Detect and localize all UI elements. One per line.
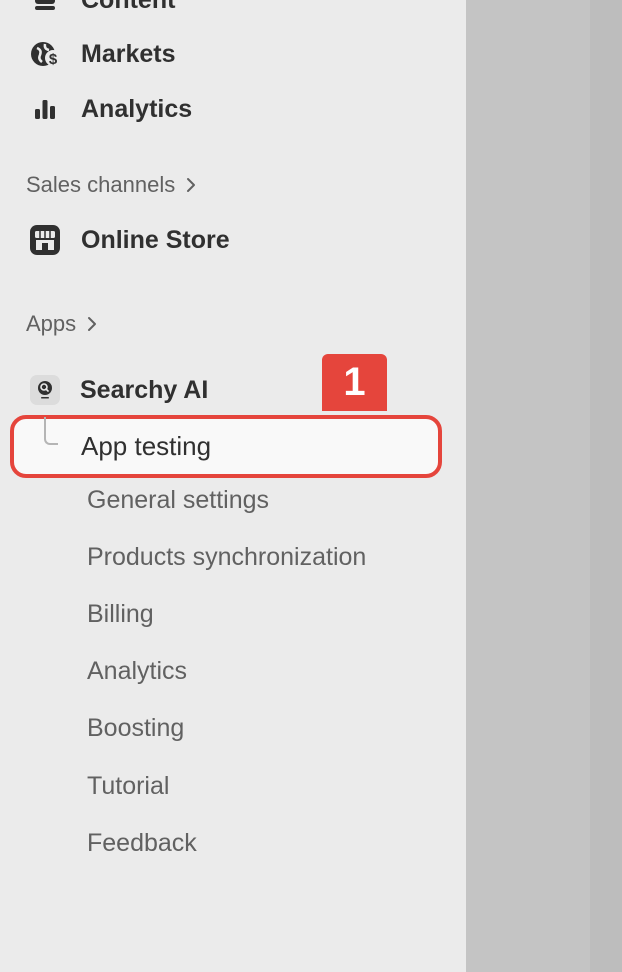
app-searchy-ai-label: Searchy AI	[80, 375, 209, 404]
main-content-edge	[590, 0, 622, 972]
subitem-products-synchronization[interactable]: Products synchronization	[87, 540, 366, 574]
sales-channels-label: Sales channels	[26, 172, 176, 197]
nav-item-markets[interactable]: $ Markets	[28, 36, 176, 72]
searchy-ai-app-icon	[30, 375, 60, 405]
subitem-general-settings[interactable]: General settings	[87, 483, 269, 517]
step-number-badge: 1	[322, 354, 387, 411]
content-icon	[28, 0, 62, 17]
subitem-label: Tutorial	[87, 771, 170, 800]
chevron-right-icon	[185, 177, 197, 193]
subitem-app-testing[interactable]: App testing	[10, 415, 442, 478]
subitem-boosting[interactable]: Boosting	[87, 711, 184, 745]
apps-heading[interactable]: Apps	[26, 309, 98, 339]
subitem-app-testing-label: App testing	[81, 431, 212, 461]
subitem-label: General settings	[87, 485, 270, 514]
nav-item-online-store-label: Online Store	[81, 225, 230, 254]
app-searchy-ai[interactable]: Searchy AI	[30, 372, 208, 408]
chevron-right-icon	[86, 316, 98, 332]
nav-item-analytics[interactable]: Analytics	[28, 91, 192, 127]
main-content-overlay	[466, 0, 590, 972]
subitem-billing[interactable]: Billing	[87, 597, 154, 631]
nav-item-content[interactable]: Content	[28, 0, 175, 18]
nav-item-analytics-label: Analytics	[81, 94, 193, 123]
subitem-label: Boosting	[87, 713, 185, 742]
tree-connector	[44, 417, 58, 445]
subitem-tutorial[interactable]: Tutorial	[87, 769, 169, 803]
subitem-label: Products synchronization	[87, 542, 367, 571]
globe-dollar-icon: $	[28, 37, 62, 71]
subitem-analytics[interactable]: Analytics	[87, 654, 187, 688]
svg-text:$: $	[49, 51, 58, 68]
subitem-feedback[interactable]: Feedback	[87, 826, 197, 860]
subitem-label: Analytics	[87, 656, 188, 685]
subitem-label: Billing	[87, 599, 154, 628]
nav-item-online-store[interactable]: Online Store	[28, 222, 230, 258]
nav-item-markets-label: Markets	[81, 39, 176, 68]
nav-item-content-label: Content	[81, 0, 175, 15]
subitem-label: Feedback	[87, 828, 197, 857]
apps-label: Apps	[26, 311, 77, 336]
sales-channels-heading[interactable]: Sales channels	[26, 170, 197, 200]
store-icon	[28, 223, 62, 257]
bar-chart-icon	[28, 92, 62, 126]
sidebar-nav: Content $ Markets Analytics Sales channe…	[0, 0, 466, 972]
